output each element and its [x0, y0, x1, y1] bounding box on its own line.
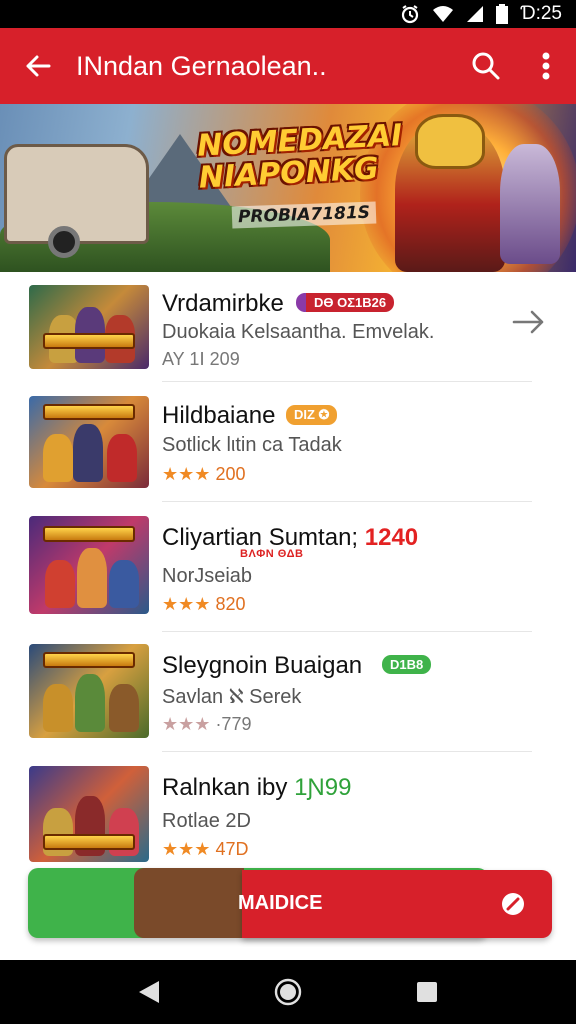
game-thumbnail	[29, 516, 149, 614]
item-badge: DIZ ✪	[286, 405, 338, 425]
rating-value: 200	[215, 464, 246, 484]
open-arrow-button[interactable]	[512, 308, 546, 341]
search-icon	[472, 52, 500, 80]
item-subtitle: NorJseiab	[162, 565, 253, 587]
item-subtitle: Rotlae 2D	[162, 810, 251, 832]
item-subtitle: Savlan ℵ Serek	[162, 686, 302, 708]
rating-value: ·779	[215, 714, 252, 734]
alarm-icon	[400, 4, 420, 24]
action-label: MAIDICE	[238, 892, 323, 914]
banner-van	[4, 144, 149, 244]
action-button-segment[interactable]	[134, 868, 244, 938]
promo-banner[interactable]: NOMEDAZAI NIAPONKG PROBIA7181S	[0, 104, 576, 272]
list-item[interactable]: Vrdamirbke DƟ ΟΣ1Β26 Duokaia Kelsaantha.…	[0, 272, 576, 382]
arrow-right-icon	[512, 310, 544, 334]
wifi-icon	[432, 5, 454, 23]
item-rating: ★★★ ·779	[162, 714, 251, 735]
item-subtitle: Duokaia Kelsaantha. Emvelak.	[162, 321, 435, 343]
item-badge: D1Β8	[382, 655, 432, 674]
search-button[interactable]	[456, 28, 516, 104]
item-rating: ★★★ 200	[162, 464, 245, 485]
item-title: Hildbaiane	[162, 402, 276, 429]
game-list: Vrdamirbke DƟ ΟΣ1Β26 Duokaia Kelsaantha.…	[0, 272, 576, 872]
item-tag: ΒΛΦΝ ΘΔΒ	[240, 548, 304, 560]
banner-character	[500, 144, 560, 264]
item-price: 1240	[364, 524, 419, 551]
list-item[interactable]: Sleygnoin Buaigan D1Β8 Savlan ℵ Serek ★★…	[0, 632, 576, 752]
list-item[interactable]: Hildbaiane DIZ ✪ Sotlick lιtin ca Tadak …	[0, 382, 576, 502]
banner-subtitle: PROBIA7181S	[231, 201, 377, 229]
battery-icon	[496, 4, 509, 24]
app-bar: INndan Gernaolean..	[0, 28, 576, 104]
rating-stars: ★★★	[162, 594, 211, 614]
banner-hero-helmet	[415, 114, 485, 169]
rating-value: 820	[215, 594, 246, 614]
cancel-icon[interactable]	[500, 891, 526, 922]
item-rating: ★★★ 820	[162, 594, 245, 615]
action-button[interactable]: MAIDICE	[28, 868, 552, 938]
more-options-button[interactable]	[516, 28, 576, 104]
back-arrow-icon	[26, 55, 51, 77]
rating-stars: ★★★	[162, 464, 211, 484]
item-title: Ralnkan iby 1Ɲ99	[162, 774, 351, 802]
nav-recents-icon	[416, 982, 437, 1002]
signal-icon	[466, 5, 484, 23]
nav-back-button[interactable]	[124, 967, 174, 1017]
rating-value: 47D	[215, 839, 249, 859]
item-price: 1Ɲ99	[294, 774, 352, 801]
item-title: Vrdamirbke	[162, 290, 284, 317]
banner-van-wheel	[48, 226, 80, 258]
item-title-text: Cliyartian Sumtan;	[162, 524, 359, 551]
back-button[interactable]	[0, 28, 76, 104]
nav-recents-button[interactable]	[402, 967, 452, 1017]
item-title-text: Ralnkan iby	[162, 774, 288, 801]
game-thumbnail	[29, 766, 149, 862]
game-thumbnail	[29, 644, 149, 738]
status-time: Ɗ:25	[520, 3, 562, 24]
game-thumbnail	[29, 285, 149, 369]
banner-title: NOMEDAZAI NIAPONKG	[196, 118, 404, 196]
list-item[interactable]: Cliyartian Sumtan; 1240 NorJseiab ★★★ 82…	[0, 502, 576, 632]
list-item[interactable]: Ralnkan iby 1Ɲ99 Rotlae 2D ★★★ 47D	[0, 752, 576, 872]
nav-home-button[interactable]	[263, 967, 313, 1017]
item-rating: AY 1Ⅰ 209	[162, 349, 240, 369]
nav-back-icon	[139, 981, 160, 1003]
item-badge: DƟ ΟΣ1Β26	[296, 293, 395, 312]
more-vert-icon	[542, 52, 550, 80]
rating-stars: ★★★	[162, 839, 211, 859]
status-bar: Ɗ:25	[0, 0, 576, 28]
item-title: Sleygnoin Buaigan	[162, 652, 363, 679]
page-title: INndan Gernaolean..	[76, 50, 327, 81]
rating-stars: ★★★	[162, 714, 211, 734]
game-thumbnail	[29, 396, 149, 488]
nav-home-icon	[274, 978, 302, 1006]
item-rating: ★★★ 47D	[162, 839, 248, 860]
item-subtitle: Sotlick lιtin ca Tadak	[162, 434, 342, 456]
system-nav-bar	[0, 960, 576, 1024]
